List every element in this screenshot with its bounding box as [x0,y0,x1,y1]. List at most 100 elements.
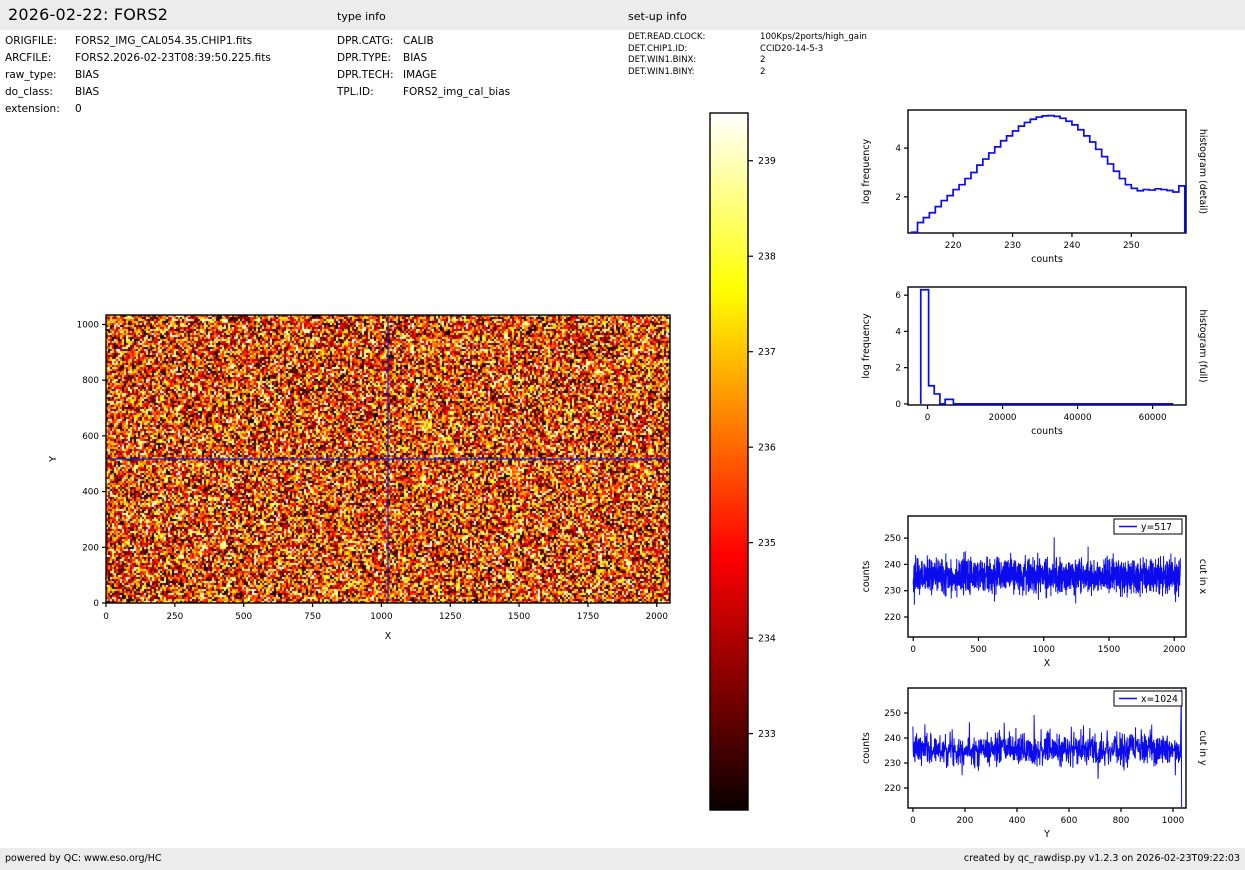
info-row: raw_type:BIAS [5,67,271,84]
tick-label: 250 [884,709,901,719]
qc-report-page: 2026-02-22: FORS2 type info set-up info … [0,0,1245,870]
tick-label: 1250 [439,612,462,622]
tick-label: 60000 [1139,413,1167,423]
right-axis-label: histogram (full) [1197,309,1208,382]
plot-frame [908,287,1186,405]
tick-label: 600 [82,432,99,442]
cut-profile-line [913,689,1182,807]
colorbar: 233234235236237238239 [700,105,830,820]
bias-image-plot: 0250500750100012501500175020000200400600… [40,300,720,665]
info-value: BIAS [403,50,427,67]
info-label: DET.READ.CLOCK: [628,32,760,44]
tick-label: 250 [1123,241,1140,251]
tick-label: 250 [166,612,183,622]
y-axis-label: counts [861,561,872,593]
tick-label: 0 [93,599,99,609]
info-label: TPL.ID: [337,84,403,101]
x-axis-label: counts [1031,426,1063,437]
info-row: ARCFILE:FORS2.2026-02-23T08:39:50.225.fi… [5,50,271,67]
tick-label: 4 [895,327,901,337]
tick-label: 233 [758,729,776,740]
tick-label: 0 [925,413,931,423]
info-value: 2 [760,67,765,79]
info-label: ARCFILE: [5,50,75,67]
info-value: CCID20-14-5-3 [760,44,823,56]
info-value: IMAGE [403,67,437,84]
info-label: raw_type: [5,67,75,84]
cut-in-y-plot: 02004006008001000220230240250Ycountscut … [855,676,1245,846]
info-row: DET.READ.CLOCK:100Kps/2ports/high_gain [628,32,867,44]
info-label: DPR.CATG: [337,33,403,50]
right-axis-label: histogram (detail) [1197,129,1208,214]
info-label: DPR.TYPE: [337,50,403,67]
tick-label: 800 [1113,816,1130,826]
info-value: 100Kps/2ports/high_gain [760,32,867,44]
info-value: BIAS [75,67,99,84]
histogram-full-curve [921,290,1174,404]
info-value: FORS2.2026-02-23T08:39:50.225.fits [75,50,271,67]
tick-label: 240 [884,560,901,570]
info-label: ORIGFILE: [5,33,75,50]
tick-label: 239 [758,156,776,167]
tick-label: 1750 [577,612,600,622]
info-label: DPR.TECH: [337,67,403,84]
tick-label: 200 [957,816,974,826]
info-row: TPL.ID:FORS2_img_cal_bias [337,84,510,101]
info-row: DET.CHIP1.ID:CCID20-14-5-3 [628,44,867,56]
tick-label: 1500 [1098,645,1121,655]
plot-canvas: 0250500750100012501500175020000200400600… [40,300,720,665]
colorbar-frame [710,113,748,810]
info-value: BIAS [75,84,99,101]
info-label: DET.CHIP1.ID: [628,44,760,56]
info-label: do_class: [5,84,75,101]
tick-label: 20000 [989,413,1017,423]
setup-info-header: set-up info [628,10,687,23]
tick-label: 6 [895,291,901,301]
legend-label: y=517 [1141,522,1172,533]
tick-label: 600 [1061,816,1078,826]
tick-label: 234 [758,634,776,645]
info-value: CALIB [403,33,434,50]
tick-label: 2000 [1163,645,1186,655]
tick-label: 237 [758,347,776,358]
type-info-header: type info [337,10,386,23]
tick-label: 4 [895,144,901,154]
cut-profile-line [913,537,1180,604]
tick-label: 240 [1064,241,1081,251]
tick-label: 220 [884,784,901,794]
right-axis-label: cut in x [1197,559,1208,595]
tick-label: 2 [895,364,901,374]
info-label: DET.WIN1.BINX: [628,55,760,67]
tick-label: 400 [1009,816,1026,826]
tick-label: 200 [82,543,99,553]
info-row: ORIGFILE:FORS2_IMG_CAL054.35.CHIP1.fits [5,33,271,50]
info-row: do_class:BIAS [5,84,271,101]
y-axis-label: log frequency [861,313,872,379]
info-row: DPR.TYPE:BIAS [337,50,510,67]
tick-label: 1000 [1033,645,1056,655]
info-value: 2 [760,55,765,67]
setup-info-list: DET.READ.CLOCK:100Kps/2ports/high_gainDE… [628,32,867,78]
tick-label: 230 [1004,241,1021,251]
right-axis-label: cut in y [1197,730,1208,766]
tick-label: 236 [758,443,776,454]
info-value: FORS2_IMG_CAL054.35.CHIP1.fits [75,33,252,50]
tick-label: 750 [304,612,321,622]
info-row: DPR.TECH:IMAGE [337,67,510,84]
tick-label: 0 [103,612,109,622]
info-row: DPR.CATG:CALIB [337,33,510,50]
plot-canvas: 22023024025024countslog frequencyhistogr… [855,98,1245,278]
tick-label: 40000 [1064,413,1092,423]
tick-label: 235 [758,538,776,549]
legend-label: x=1024 [1141,694,1178,705]
header-bar: 2026-02-22: FORS2 type info set-up info [0,0,1245,30]
footer-bar: powered by QC: www.eso.org/HC created by… [0,848,1245,870]
page-title: 2026-02-22: FORS2 [8,5,168,24]
y-axis-label: log frequency [861,139,872,205]
x-axis-label: counts [1031,254,1063,265]
tick-label: 250 [884,534,901,544]
file-info-list: ORIGFILE:FORS2_IMG_CAL054.35.CHIP1.fitsA… [5,33,271,118]
info-row: DET.WIN1.BINY:2 [628,67,867,79]
x-axis-label: Y [1043,829,1050,840]
x-axis-label: X [385,631,392,642]
